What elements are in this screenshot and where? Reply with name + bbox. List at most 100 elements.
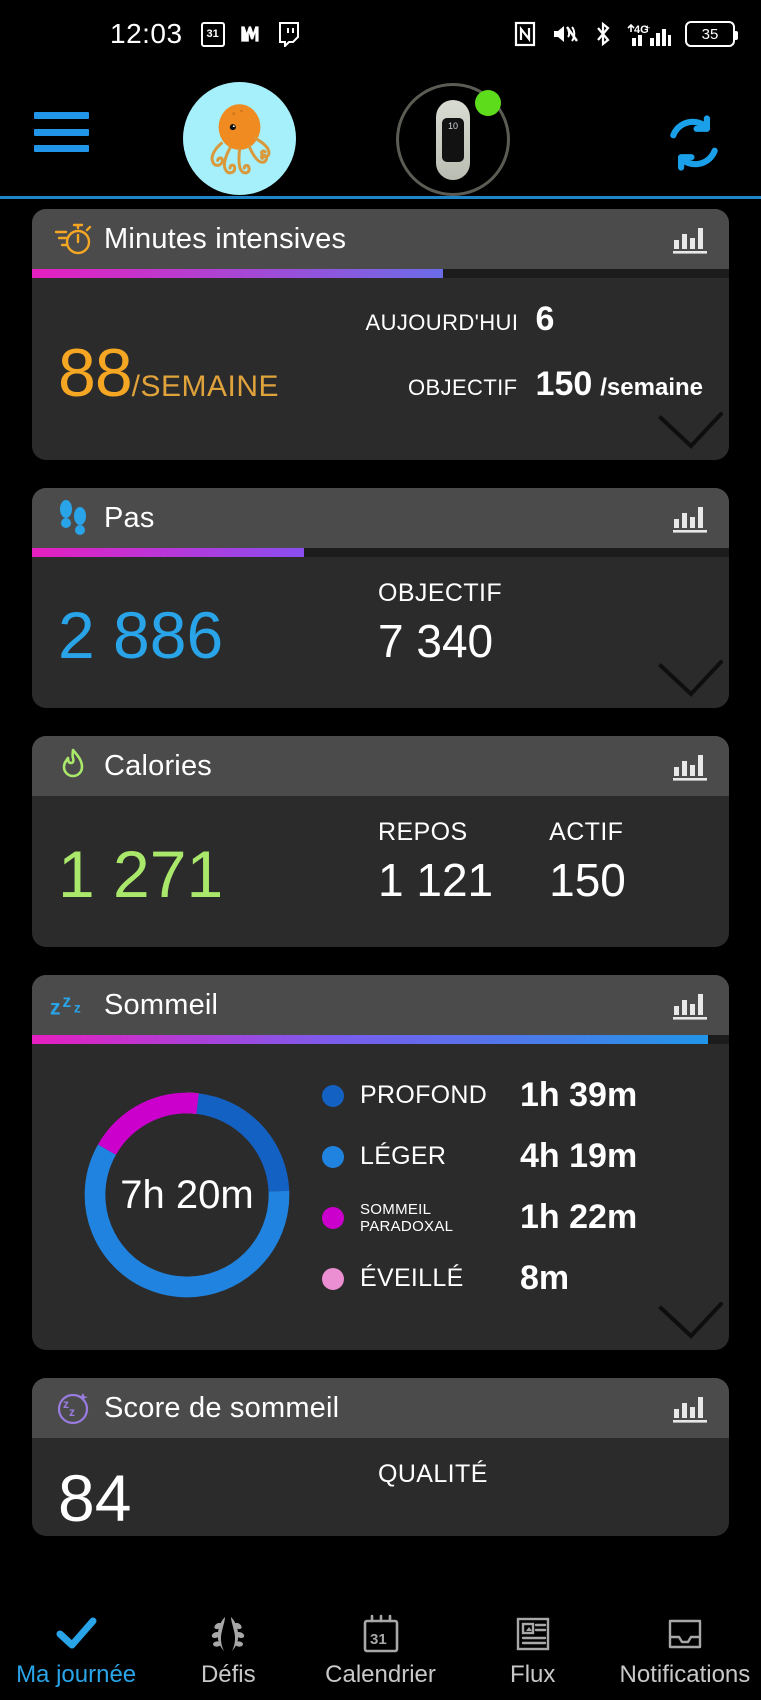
card-title: Sommeil (104, 988, 219, 1021)
stat-today: AUJOURD'HUI 6 (366, 300, 703, 339)
signal-4g-icon: 4G + (626, 20, 672, 48)
stat-label: AUJOURD'HUI (365, 310, 519, 335)
nav-label: Défis (200, 1661, 256, 1688)
bar-chart-icon[interactable] (673, 224, 711, 254)
footsteps-icon (50, 499, 96, 537)
nfc-icon (513, 21, 537, 47)
steps-goal-label: OBJECTIF (378, 579, 503, 607)
stopwatch-icon (50, 221, 96, 257)
stat-label: OBJECTIF (407, 375, 518, 400)
card-calories[interactable]: Calories 1 271 REPOS 1 121 ACTIF 150 (32, 736, 729, 947)
status-bar: 12:03 31 4G + 35 (0, 0, 761, 68)
card-sleep-score[interactable]: z z Score de sommeil 84 QUALITÉ (32, 1378, 729, 1536)
card-title: Score de sommeil (104, 1391, 340, 1424)
bar-chart-icon[interactable] (673, 990, 711, 1020)
nav-item-ma-journee[interactable]: Ma journée (0, 1611, 152, 1689)
intense-minutes-main: 88 /SEMAINE (58, 300, 366, 412)
fitness-band-device[interactable]: 10 (396, 83, 510, 196)
status-right-icons: 4G + 35 (513, 20, 738, 48)
legend-value: 1h 22m (520, 1198, 638, 1236)
card-steps[interactable]: Pas 2 886 OBJECTIF 7 340 (32, 488, 729, 708)
mute-icon (550, 21, 580, 47)
nav-label: Notifications (619, 1661, 751, 1688)
card-body: 1 271 REPOS 1 121 ACTIF 150 (32, 796, 729, 947)
card-intense-minutes[interactable]: Minutes intensives 88 /SEMAINE AUJOURD'H… (32, 209, 729, 460)
card-body: 2 886 OBJECTIF 7 340 (32, 557, 729, 708)
sleep-score-value: 84 (58, 1461, 132, 1535)
card-header: Calories (32, 736, 729, 796)
laurel-icon (205, 1611, 251, 1657)
legend-value: 1h 39m (520, 1076, 638, 1114)
calories-rest-value: 1 121 (378, 854, 494, 906)
card-expand-corner[interactable] (637, 1280, 729, 1350)
mastodon-icon (238, 21, 264, 47)
steps-goal: OBJECTIF 7 340 (378, 579, 502, 668)
card-expand-corner[interactable] (637, 390, 729, 460)
progress-fill (32, 1035, 709, 1044)
svg-text:31: 31 (370, 1631, 387, 1648)
card-sleep[interactable]: z z z Sommeil 7h 20m PROFOND 1h 39m LÉGE… (32, 975, 729, 1350)
hamburger-menu-icon[interactable] (34, 112, 89, 152)
calories-active-value: 150 (549, 854, 626, 906)
dashboard-scroll[interactable]: Minutes intensives 88 /SEMAINE AUJOURD'H… (0, 199, 761, 1600)
legend-item-paradoxal: SOMMEIL PARADOXAL 1h 22m (322, 1198, 709, 1237)
calories-active-label: ACTIF (549, 818, 624, 846)
sleep-total: 7h 20m (120, 1172, 254, 1217)
status-left-icons: 31 (200, 21, 301, 47)
legend-item-leger: LÉGER 4h 19m (322, 1137, 709, 1176)
legend-label: PROFOND (360, 1081, 488, 1109)
calories-rest: REPOS 1 121 (378, 818, 493, 907)
card-header: z z Score de sommeil (32, 1378, 729, 1438)
bluetooth-icon (593, 20, 613, 48)
card-title: Minutes intensives (104, 222, 347, 255)
moon-zz-icon: z z (50, 1387, 96, 1429)
calendar-icon: 31 (200, 21, 225, 47)
status-clock: 12:03 (110, 18, 183, 49)
progress-bar (32, 269, 729, 278)
card-title: Calories (104, 749, 212, 782)
bar-chart-icon[interactable] (673, 1393, 711, 1423)
bar-chart-icon[interactable] (673, 751, 711, 781)
sleep-score-quality-label: QUALITÉ (378, 1460, 488, 1488)
sync-icon[interactable] (663, 112, 725, 174)
card-body: 84 QUALITÉ (32, 1438, 729, 1536)
nav-item-defis[interactable]: Défis (152, 1611, 304, 1689)
device-connected-indicator (475, 90, 501, 116)
checkmark-icon (53, 1611, 99, 1657)
nav-item-flux[interactable]: Flux (457, 1611, 609, 1689)
calories-value: 1 271 (58, 837, 224, 911)
legend-item-profond: PROFOND 1h 39m (322, 1076, 709, 1115)
progress-fill (32, 269, 444, 278)
intense-minutes-unit: /SEMAINE (131, 370, 280, 403)
octopus-avatar[interactable] (183, 82, 296, 195)
legend-value: 8m (520, 1259, 570, 1297)
intense-minutes-value: 88 (58, 335, 133, 411)
nav-item-calendrier[interactable]: 31 Calendrier (304, 1611, 456, 1689)
newspaper-icon (512, 1611, 554, 1657)
nav-item-notifications[interactable]: Notifications (609, 1611, 761, 1689)
legend-label: SOMMEIL PARADOXAL (360, 1200, 454, 1235)
steps-value: 2 886 (58, 598, 224, 672)
calories-active: ACTIF 150 (549, 818, 626, 907)
card-body: 7h 20m PROFOND 1h 39m LÉGER 4h 19m SOMME… (32, 1044, 729, 1350)
progress-bar (32, 1035, 729, 1044)
bar-chart-icon[interactable] (673, 503, 711, 533)
progress-fill (32, 548, 304, 557)
svg-text:z: z (69, 1405, 75, 1419)
calories-main: 1 271 (58, 841, 378, 907)
card-expand-corner[interactable] (637, 638, 729, 708)
svg-text:z: z (50, 997, 61, 1020)
sleep-donut-chart: 7h 20m (52, 1070, 322, 1320)
card-title: Pas (104, 501, 155, 534)
progress-bar (32, 548, 729, 557)
stat-value: 150 (535, 365, 593, 403)
card-body: 88 /SEMAINE AUJOURD'HUI 6 OBJECTIF 150 /… (32, 278, 729, 460)
zzz-icon: z z z (50, 989, 96, 1021)
svg-text:+: + (645, 23, 650, 33)
inbox-icon (663, 1611, 707, 1657)
bottom-navigation: Ma journée Défis 31 Calendrier Flux Noti… (0, 1600, 761, 1700)
card-header: Pas (32, 488, 729, 548)
nav-label: Calendrier (325, 1661, 436, 1688)
calendar-icon: 31 (360, 1611, 402, 1657)
stat-value: 6 (535, 300, 555, 338)
